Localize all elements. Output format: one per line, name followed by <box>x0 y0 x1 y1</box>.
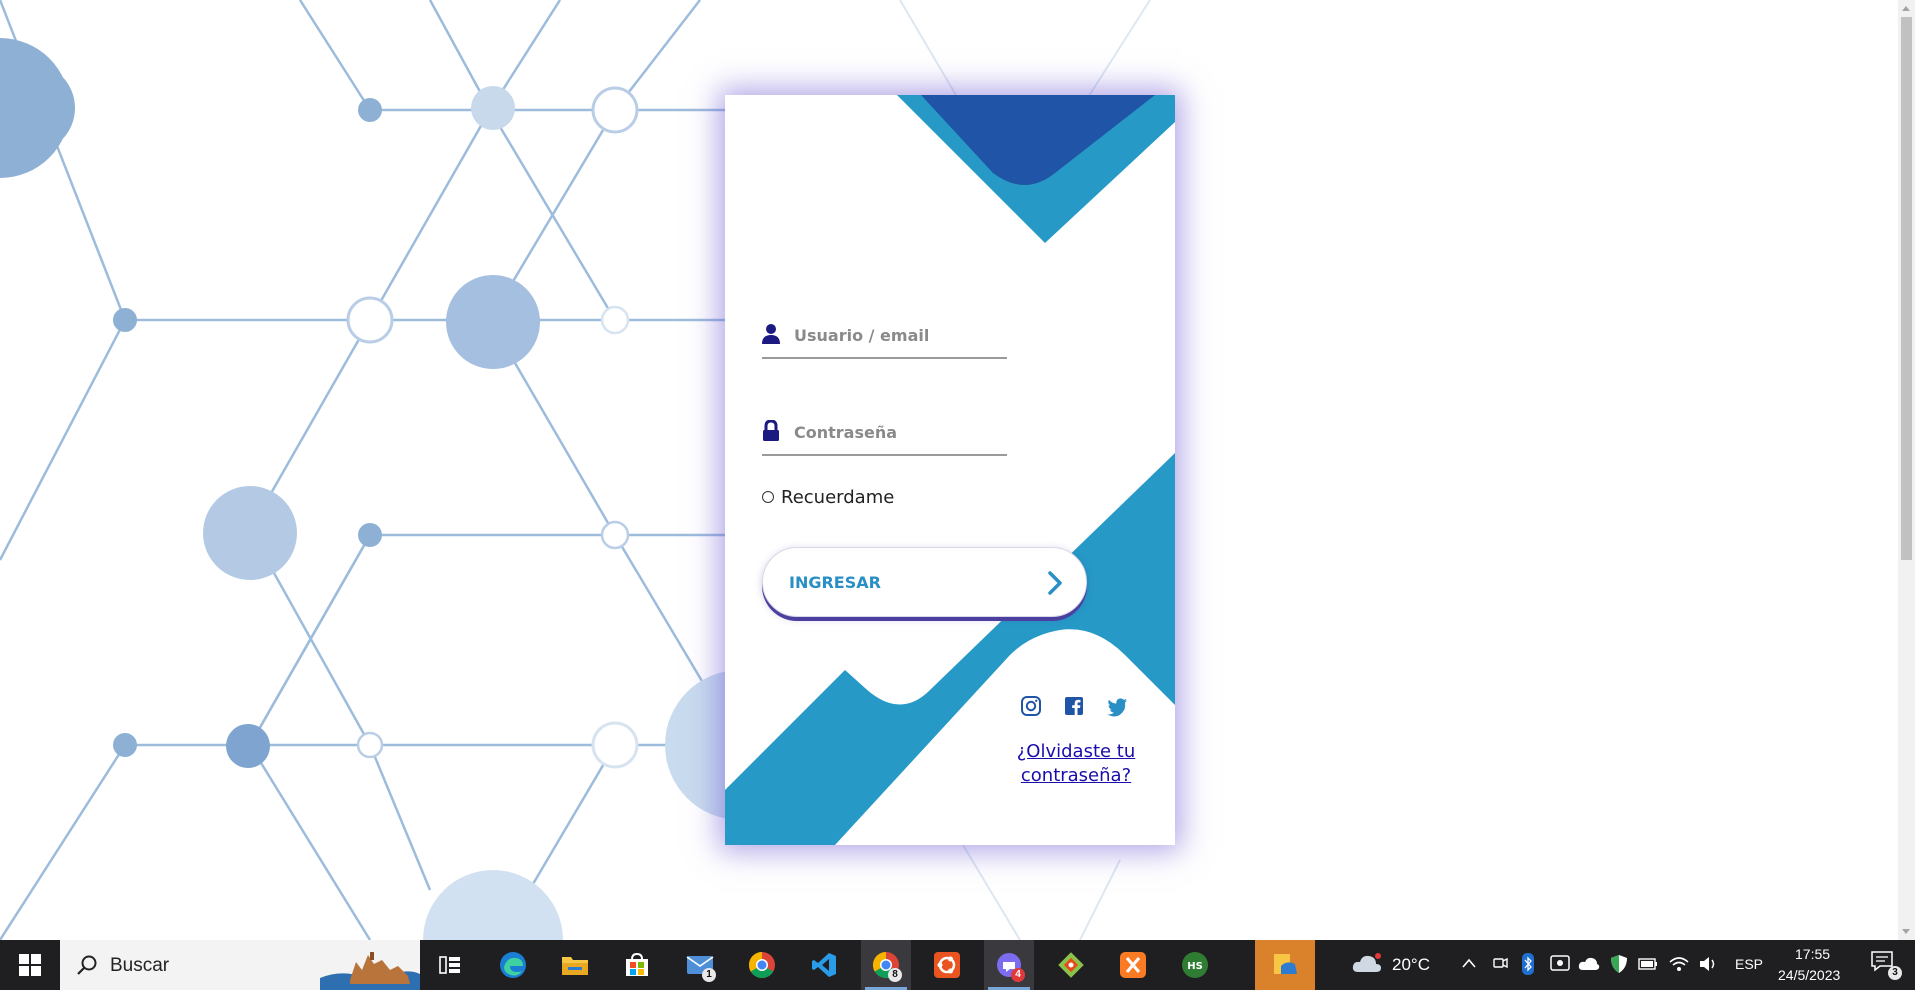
microsoft-store-icon <box>626 952 648 976</box>
weather-cloud-icon[interactable] <box>1352 952 1382 976</box>
onedrive-icon[interactable] <box>1578 956 1600 972</box>
chat-app-badge: 4 <box>1011 968 1025 982</box>
chevron-up-icon[interactable] <box>1462 958 1476 968</box>
chevron-right-icon <box>1048 571 1062 595</box>
security-shield-icon[interactable] <box>1610 954 1628 974</box>
remember-me[interactable]: Recuerdame <box>762 485 894 509</box>
card-decoration <box>725 95 1175 845</box>
notification-center-button[interactable]: 3 <box>1870 950 1902 980</box>
taskbar-file-explorer[interactable] <box>550 940 600 990</box>
start-button[interactable] <box>5 940 55 990</box>
task-view-button[interactable] <box>425 940 475 990</box>
username-field[interactable] <box>762 317 1007 359</box>
taskbar-git[interactable] <box>1046 940 1096 990</box>
wifi-icon[interactable] <box>1668 954 1690 974</box>
taskbar-chrome[interactable] <box>737 940 787 990</box>
scroll-up-arrow-icon[interactable] <box>1902 6 1910 11</box>
remember-me-radio[interactable] <box>762 491 774 503</box>
heidisql-icon: HS <box>1182 952 1208 978</box>
meet-camera-icon[interactable] <box>1492 955 1508 973</box>
chrome-icon <box>748 951 775 979</box>
screen-capture-icon[interactable] <box>1550 954 1570 974</box>
vertical-scrollbar[interactable] <box>1898 0 1915 940</box>
taskbar-search-box[interactable]: Buscar <box>60 940 420 990</box>
taskbar-ubuntu[interactable] <box>922 940 972 990</box>
windows-logo-icon <box>19 954 41 976</box>
forgot-password-link[interactable]: ¿Olvidaste tu contraseña? <box>1011 740 1141 788</box>
git-icon <box>1058 952 1084 978</box>
edge-icon <box>500 952 526 978</box>
login-card: Recuerdame INGRESAR ¿Olvidaste tu contra… <box>725 95 1175 845</box>
scroll-down-arrow-icon[interactable] <box>1902 929 1910 934</box>
scrollbar-thumb[interactable] <box>1901 17 1912 560</box>
chrome-profile-badge: 8 <box>888 968 902 982</box>
forgot-password-line2[interactable]: contraseña? <box>1021 765 1131 786</box>
taskbar-store[interactable] <box>612 940 662 990</box>
folder-app-icon <box>1274 954 1297 974</box>
search-placeholder: Buscar <box>110 955 170 976</box>
mail-badge: 1 <box>702 968 716 982</box>
task-view-icon <box>439 956 460 974</box>
taskbar-folder-app[interactable] <box>1255 940 1315 990</box>
taskbar-edge[interactable] <box>488 940 538 990</box>
taskbar-vscode[interactable] <box>799 940 849 990</box>
taskbar-chat-app[interactable]: 4 <box>984 940 1034 990</box>
weather-temperature[interactable]: 20°C <box>1392 955 1430 975</box>
search-icon <box>77 955 97 975</box>
vscode-icon <box>812 953 836 977</box>
login-button-label: INGRESAR <box>789 573 881 592</box>
password-field[interactable] <box>762 414 1007 456</box>
username-input[interactable] <box>792 319 1006 351</box>
svg-text:HS: HS <box>1187 961 1203 972</box>
forgot-password-line1[interactable]: ¿Olvidaste tu <box>1017 741 1136 762</box>
login-button[interactable]: INGRESAR <box>762 547 1087 617</box>
taskbar-chrome-profile[interactable]: 8 <box>861 940 911 990</box>
xampp-icon <box>1120 952 1146 978</box>
battery-icon[interactable] <box>1638 958 1658 970</box>
password-input[interactable] <box>792 416 1006 448</box>
bluetooth-icon[interactable] <box>1522 953 1534 975</box>
lock-icon <box>763 420 779 441</box>
clock-date[interactable]: 24/5/2023 <box>1778 967 1840 983</box>
taskbar-mail[interactable]: 1 <box>675 940 725 990</box>
clock-time[interactable]: 17:55 <box>1795 946 1830 962</box>
facebook-icon[interactable] <box>1063 695 1085 717</box>
twitter-icon[interactable] <box>1106 695 1128 717</box>
volume-icon[interactable] <box>1698 955 1718 973</box>
file-explorer-icon <box>562 957 588 975</box>
language-indicator[interactable]: ESP <box>1735 956 1763 972</box>
instagram-icon[interactable] <box>1020 695 1042 717</box>
search-highlight-image <box>320 940 420 990</box>
notification-count-badge: 3 <box>1888 966 1902 980</box>
user-icon <box>762 324 780 344</box>
taskbar: Buscar 1 8 4 HS 20°C ESP 17:55 24/5/2023… <box>0 940 1915 990</box>
taskbar-heidisql[interactable]: HS <box>1170 940 1220 990</box>
remember-me-label: Recuerdame <box>781 486 895 508</box>
ubuntu-icon <box>934 952 960 978</box>
taskbar-xampp[interactable] <box>1108 940 1158 990</box>
